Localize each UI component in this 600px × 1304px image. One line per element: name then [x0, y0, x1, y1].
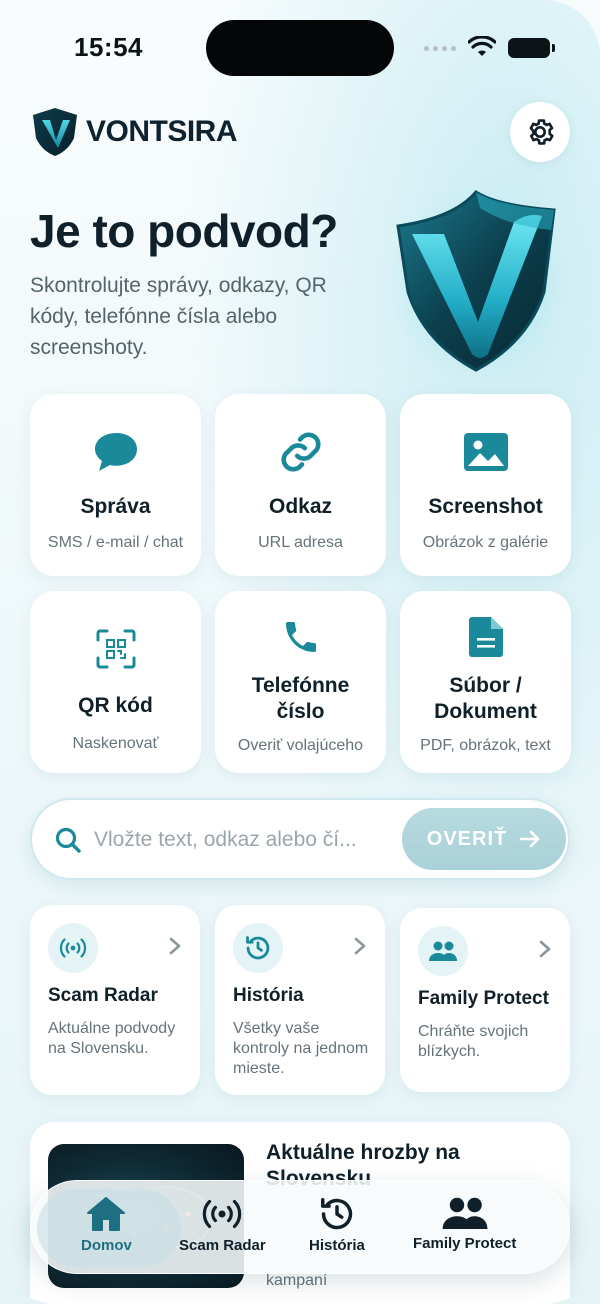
tile-document[interactable]: Súbor / Dokument PDF, obrázok, text [400, 591, 571, 773]
nav-item-home[interactable]: Domov [81, 1195, 132, 1254]
family-icon [442, 1197, 488, 1229]
history-icon [233, 923, 283, 973]
nav-label: Family Protect [413, 1235, 517, 1252]
battery-icon [508, 38, 555, 58]
chevron-right-icon [539, 940, 551, 958]
tile-screenshot[interactable]: Screenshot Obrázok z galérie [400, 394, 571, 576]
feature-card-family-protect[interactable]: Family Protect Chráňte svojich blízkych. [400, 908, 570, 1092]
tile-title: Telefónne číslo [251, 674, 350, 723]
arrow-right-icon [519, 830, 540, 848]
image-icon [462, 428, 510, 476]
link-icon [277, 428, 325, 476]
feature-subtitle: Chráňte svojich blízkych. [418, 1023, 529, 1060]
nav-item-family-protect[interactable]: Family Protect [413, 1195, 516, 1252]
feature-card-scam-radar[interactable]: Scam Radar Aktuálne podvody na Slovensku… [30, 905, 200, 1095]
nav-label: História [309, 1237, 365, 1254]
gear-icon [529, 119, 554, 145]
wifi-icon [468, 36, 496, 56]
nav-item-scam-radar[interactable]: Scam Radar [179, 1195, 266, 1254]
verify-button[interactable]: OVERIŤ [402, 808, 566, 870]
shield-logo-icon [33, 108, 77, 156]
page-title: Je to podvod? [30, 205, 338, 257]
history-icon [320, 1198, 353, 1230]
brand-logo: VONTSIRA [30, 106, 238, 158]
home-icon [87, 1197, 126, 1231]
tile-subtitle: Obrázok z galérie [422, 534, 549, 551]
feature-title: História [233, 985, 304, 1006]
tile-title: Odkaz [268, 495, 333, 518]
radar-icon [203, 1199, 242, 1229]
nav-label: Scam Radar [179, 1237, 266, 1254]
brand-name: VONTSIRA [86, 115, 238, 148]
status-time: 15:54 [74, 32, 143, 62]
status-bar: 15:54 [0, 0, 600, 96]
chevron-right-icon [169, 937, 181, 955]
tile-phone[interactable]: Telefónne číslo Overiť volajúceho [215, 591, 386, 773]
dynamic-island [206, 20, 394, 76]
radar-icon [48, 923, 98, 973]
tile-title: QR kód [78, 694, 153, 717]
settings-button[interactable] [510, 102, 570, 162]
feature-subtitle: Aktuálne podvody na Slovensku. [48, 1020, 176, 1057]
search-icon [55, 827, 81, 853]
chat-bubble-icon [92, 428, 140, 476]
tile-qr[interactable]: QR kód Naskenovať [30, 591, 201, 773]
shield-illustration-icon [388, 186, 564, 378]
feature-card-history[interactable]: História Všetky vaše kontroly na jednom … [215, 905, 385, 1095]
tile-subtitle: Overiť volajúceho [237, 737, 364, 754]
phone-icon [277, 613, 325, 661]
page-subtitle: Skontrolujte správy, odkazy, QR kódy, te… [30, 274, 327, 359]
cellular-signal-icon [424, 46, 456, 51]
chevron-right-icon [354, 937, 366, 955]
check-input-bar: OVERIŤ [30, 798, 570, 880]
document-icon [462, 613, 510, 661]
verify-button-label: OVERIŤ [426, 827, 508, 850]
nav-item-history[interactable]: História [309, 1195, 365, 1254]
feature-subtitle: Všetky vaše kontroly na jednom mieste. [233, 1020, 369, 1077]
feature-title: Scam Radar [48, 985, 158, 1006]
tile-subtitle: PDF, obrázok, text [420, 737, 551, 754]
nav-label: Domov [81, 1237, 132, 1254]
bottom-navigation: Domov Scam Radar História Family Protect [30, 1180, 570, 1274]
check-input[interactable] [94, 822, 394, 858]
tile-link[interactable]: Odkaz URL adresa [215, 394, 386, 576]
tile-message[interactable]: Správa SMS / e-mail / chat [30, 394, 201, 576]
tile-title: Screenshot [428, 495, 543, 518]
feature-title: Family Protect [418, 988, 549, 1009]
threats-footer-text: kampaní [266, 1272, 328, 1289]
tile-subtitle: URL adresa [258, 534, 343, 551]
tile-subtitle: Naskenovať [72, 735, 159, 752]
family-icon [418, 926, 468, 976]
qr-scan-icon [92, 625, 140, 673]
tile-title: Súbor / Dokument [434, 674, 537, 723]
tile-title: Správa [80, 495, 151, 518]
app-screen: 15:54 VONTSIRA Je to podvod? Skontrolujt… [0, 0, 600, 1304]
tile-subtitle: SMS / e-mail / chat [47, 534, 184, 551]
